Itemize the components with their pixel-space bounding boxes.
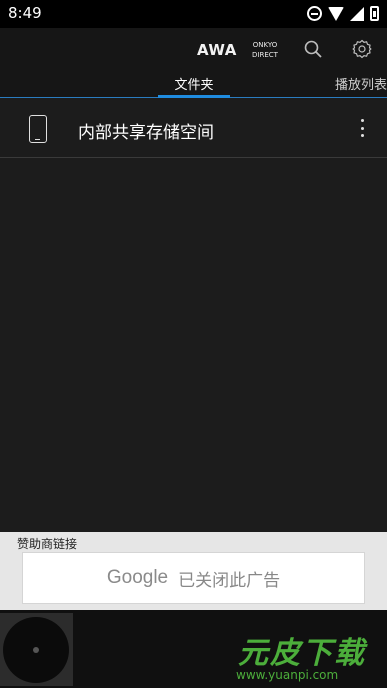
status-bar: 8:49 bbox=[0, 0, 387, 28]
ad-closed-message: Google 已关闭此广告 bbox=[23, 553, 364, 603]
status-icons bbox=[307, 6, 379, 21]
google-logo: Google bbox=[106, 567, 169, 588]
watermark-url: www.yuanpi.com bbox=[236, 668, 339, 682]
tab-folders[interactable]: 文件夹 bbox=[158, 74, 230, 93]
status-time: 8:49 bbox=[8, 4, 42, 22]
ad-banner: 赞助商链接 Google 已关闭此广告 bbox=[0, 532, 387, 610]
album-art[interactable] bbox=[0, 613, 73, 686]
phone-icon bbox=[29, 115, 47, 143]
watermark-logo: 元皮下载 bbox=[238, 636, 366, 671]
gear-icon[interactable] bbox=[352, 39, 372, 59]
awa-button[interactable]: AWA bbox=[197, 41, 237, 59]
wifi-icon bbox=[328, 6, 344, 21]
list-item-internal-storage[interactable]: 内部共享存储空间 bbox=[0, 98, 387, 158]
watermark: 元皮下载 www.yuanpi.com bbox=[230, 626, 380, 688]
onkyo-line-1: ONKYO bbox=[252, 41, 278, 49]
onkyo-direct-button[interactable]: ONKYO DIRECT bbox=[249, 40, 281, 60]
do-not-disturb-icon bbox=[307, 6, 322, 21]
search-icon[interactable] bbox=[304, 40, 322, 58]
battery-icon bbox=[370, 6, 379, 21]
onkyo-line-2: DIRECT bbox=[252, 51, 278, 59]
tab-playlists[interactable]: 播放列表 bbox=[335, 74, 387, 93]
folder-list: 内部共享存储空间 bbox=[0, 98, 387, 532]
vinyl-disc-icon bbox=[3, 617, 69, 683]
ad-box[interactable]: Google 已关闭此广告 bbox=[22, 552, 365, 604]
more-options-icon[interactable] bbox=[352, 116, 372, 140]
cell-signal-icon bbox=[350, 6, 364, 21]
app-bar: AWA ONKYO DIRECT 文件夹 播放列表 bbox=[0, 28, 387, 98]
sponsored-label: 赞助商链接 bbox=[17, 537, 78, 551]
storage-label: 内部共享存储空间 bbox=[78, 123, 214, 143]
ad-closed-text: 已关闭此广告 bbox=[178, 570, 281, 591]
mini-player[interactable]: 元皮下载 www.yuanpi.com bbox=[0, 610, 387, 688]
